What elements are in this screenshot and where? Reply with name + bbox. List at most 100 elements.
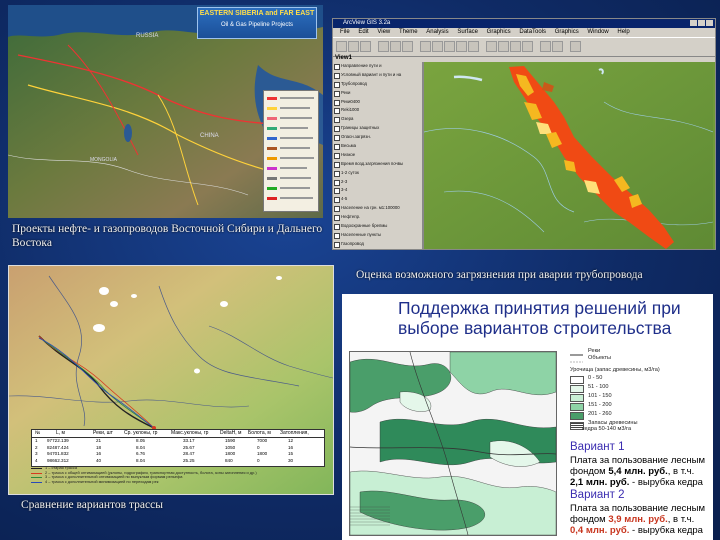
pipeline-map-legend	[263, 90, 319, 212]
tool-table-icon[interactable]	[378, 41, 389, 52]
layer-checkbox[interactable]	[334, 117, 340, 124]
tool-zoom-in-icon[interactable]	[456, 41, 467, 52]
toc-layer-item[interactable]: 2-3	[333, 178, 422, 187]
tool-identify-icon[interactable]	[498, 41, 509, 52]
table-cell: 6.76	[136, 451, 145, 456]
toc-layer-item[interactable]: Водоохранные брепмы	[333, 222, 422, 231]
toc-layer-item[interactable]: Реки	[333, 89, 422, 98]
variant-2-line1: Плата за пользование лесным	[570, 503, 706, 514]
tool-add-theme-icon[interactable]	[348, 41, 359, 52]
variant-2-cedar: 0,4 млн. руб.	[570, 525, 630, 536]
toc-layer-item[interactable]: 1-2 суток	[333, 169, 422, 178]
toc-layer-item[interactable]: Reki1000	[333, 106, 422, 115]
layer-checkbox[interactable]	[334, 90, 340, 97]
toc-layer-item[interactable]: Время возд.загрязнения почвы	[333, 160, 422, 169]
toc-layer-item[interactable]: Границы защитных	[333, 124, 422, 133]
layer-checkbox[interactable]	[334, 224, 340, 231]
menu-analysis[interactable]: Analysis	[426, 29, 448, 35]
layer-checkbox[interactable]	[334, 179, 340, 186]
layer-checkbox[interactable]	[334, 64, 340, 70]
toc-layer-item[interactable]: Весьма	[333, 142, 422, 151]
menu-surface[interactable]: Surface	[457, 29, 478, 35]
menu-graphics[interactable]: Graphics	[487, 29, 511, 35]
tool-save-icon[interactable]	[336, 41, 347, 52]
layer-checkbox[interactable]	[334, 161, 340, 168]
layer-checkbox[interactable]	[334, 72, 340, 79]
menu-file[interactable]: File	[340, 29, 350, 35]
tool-select-icon[interactable]	[486, 41, 497, 52]
toc-layer-item[interactable]: 4-5	[333, 195, 422, 204]
toc-layer-item[interactable]: Населенные пункты	[333, 231, 422, 240]
menu-theme[interactable]: Theme	[399, 29, 418, 35]
toc-layer-item[interactable]: Газопровод	[333, 240, 422, 249]
col-avg-slope: Ср. уклоны, гр	[124, 430, 158, 436]
layer-checkbox[interactable]	[334, 126, 340, 133]
layer-checkbox[interactable]	[334, 241, 340, 248]
table-cell: 0	[257, 457, 260, 463]
layer-checkbox[interactable]	[334, 170, 340, 177]
col-length: L, м	[56, 430, 65, 436]
tool-draw-icon[interactable]	[552, 41, 563, 52]
toc-layer-item[interactable]: Трубопровод	[333, 80, 422, 89]
menu-window[interactable]: Window	[587, 29, 608, 35]
legend-swatch-5	[570, 412, 584, 420]
gis-map-view[interactable]	[423, 62, 715, 249]
tool-zoom-active-icon[interactable]	[432, 41, 443, 52]
layer-checkbox[interactable]	[334, 108, 340, 115]
legend-class-5: 201 - 260	[588, 411, 612, 417]
tool-zoom-out-icon[interactable]	[468, 41, 479, 52]
menu-graphics-2[interactable]: Graphics	[555, 29, 579, 35]
maximize-button[interactable]	[698, 20, 705, 26]
tool-pan-icon[interactable]	[510, 41, 521, 52]
tool-measure-icon[interactable]	[522, 41, 533, 52]
menu-edit[interactable]: Edit	[358, 29, 368, 35]
layer-checkbox[interactable]	[334, 99, 340, 106]
tool-properties-icon[interactable]	[360, 41, 371, 52]
forest-tracts-map	[349, 351, 557, 536]
layer-checkbox[interactable]	[334, 152, 340, 159]
tool-help-icon[interactable]	[570, 41, 581, 52]
toc-layer-item[interactable]: Условный вариант и пути и на	[333, 71, 422, 80]
menu-help[interactable]: Help	[617, 29, 629, 35]
route-comparison-table: № L, м Реки, шт Ср. уклоны, гр Макс.укло…	[31, 429, 325, 467]
close-button[interactable]	[706, 20, 713, 26]
toc-layer-item[interactable]: Низкое	[333, 151, 422, 160]
toc-layer-item[interactable]: Опасн.загрязн.	[333, 133, 422, 142]
layer-checkbox[interactable]	[334, 206, 340, 213]
table-cell: 82487.424	[47, 444, 69, 450]
table-cell: 16	[288, 444, 294, 450]
legend-tracts-header: Урочища (запас древесины, м3/га)	[570, 367, 660, 373]
toc-layer-label: Населенные пункты	[341, 231, 382, 237]
toc-layer-item[interactable]: Реки0400	[333, 98, 422, 107]
tool-legend-icon[interactable]	[402, 41, 413, 52]
tool-zoom-selected-icon[interactable]	[444, 41, 455, 52]
layer-checkbox[interactable]	[334, 232, 340, 239]
toc-layer-label: Нефтепр.	[341, 214, 361, 220]
layer-checkbox[interactable]	[334, 135, 340, 142]
route-legend-notes: 1 – старая трасса 2 – трасса с общей опт…	[31, 465, 323, 485]
layer-checkbox[interactable]	[334, 215, 340, 222]
tool-zoom-full-icon[interactable]	[420, 41, 431, 52]
table-row: 3 94701.832 16 6.76 28.47 1800 1800 15	[32, 451, 324, 457]
table-cell: 97722.139	[47, 438, 69, 443]
toc-layer-item[interactable]: Нефтепр.	[333, 213, 422, 222]
layer-checkbox[interactable]	[334, 197, 340, 204]
layer-checkbox[interactable]	[334, 81, 340, 88]
table-cell: 98662.312	[47, 457, 69, 463]
toc-layer-item[interactable]: Население на грн. м1:100000	[333, 204, 422, 213]
tool-query-icon[interactable]	[390, 41, 401, 52]
toc-layer-item[interactable]: 3-4	[333, 186, 422, 195]
toc-layer-label: Низкое	[341, 151, 356, 157]
gis-toolbar	[333, 37, 715, 57]
toc-layer-item[interactable]: Озера	[333, 115, 422, 124]
toc-layer-label: Границы защитных	[341, 125, 380, 131]
menu-view[interactable]: View	[377, 29, 390, 35]
minimize-button[interactable]	[690, 20, 697, 26]
menu-datatools[interactable]: DataTools	[519, 29, 546, 35]
legend-class-3: 101 - 150	[588, 393, 612, 399]
layer-checkbox[interactable]	[334, 188, 340, 195]
table-cell: 15	[288, 451, 294, 456]
tool-text-icon[interactable]	[540, 41, 551, 52]
layer-checkbox[interactable]	[334, 144, 340, 151]
toc-layer-item[interactable]: Направление пути и	[333, 62, 422, 71]
